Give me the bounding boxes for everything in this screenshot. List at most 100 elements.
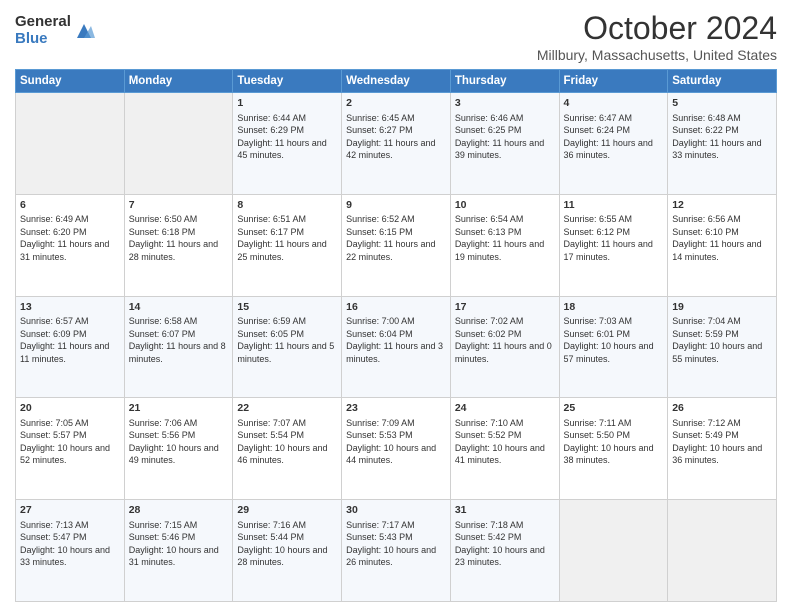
logo-general: General bbox=[15, 14, 71, 31]
day-number: 13 bbox=[20, 300, 120, 315]
cell-content: Sunrise: 6:49 AM Sunset: 6:20 PM Dayligh… bbox=[20, 213, 120, 263]
cell-content: Sunrise: 6:59 AM Sunset: 6:05 PM Dayligh… bbox=[237, 315, 337, 365]
day-number: 16 bbox=[346, 300, 446, 315]
calendar-cell: 30Sunrise: 7:17 AM Sunset: 5:43 PM Dayli… bbox=[342, 500, 451, 602]
day-number: 19 bbox=[672, 300, 772, 315]
week-row-1: 1Sunrise: 6:44 AM Sunset: 6:29 PM Daylig… bbox=[16, 93, 777, 195]
cell-content: Sunrise: 6:48 AM Sunset: 6:22 PM Dayligh… bbox=[672, 112, 772, 162]
calendar-cell: 3Sunrise: 6:46 AM Sunset: 6:25 PM Daylig… bbox=[450, 93, 559, 195]
day-number: 31 bbox=[455, 503, 555, 518]
day-number: 14 bbox=[129, 300, 229, 315]
day-number: 18 bbox=[564, 300, 664, 315]
calendar-cell: 31Sunrise: 7:18 AM Sunset: 5:42 PM Dayli… bbox=[450, 500, 559, 602]
logo-blue: Blue bbox=[15, 31, 71, 48]
day-number: 21 bbox=[129, 401, 229, 416]
day-number: 28 bbox=[129, 503, 229, 518]
day-number: 1 bbox=[237, 96, 337, 111]
calendar-cell: 20Sunrise: 7:05 AM Sunset: 5:57 PM Dayli… bbox=[16, 398, 125, 500]
main-title: October 2024 bbox=[537, 10, 777, 47]
subtitle: Millbury, Massachusetts, United States bbox=[537, 47, 777, 63]
day-number: 29 bbox=[237, 503, 337, 518]
cell-content: Sunrise: 6:51 AM Sunset: 6:17 PM Dayligh… bbox=[237, 213, 337, 263]
calendar-cell: 23Sunrise: 7:09 AM Sunset: 5:53 PM Dayli… bbox=[342, 398, 451, 500]
day-number: 27 bbox=[20, 503, 120, 518]
calendar-cell: 18Sunrise: 7:03 AM Sunset: 6:01 PM Dayli… bbox=[559, 296, 668, 398]
calendar-cell: 2Sunrise: 6:45 AM Sunset: 6:27 PM Daylig… bbox=[342, 93, 451, 195]
calendar-cell: 10Sunrise: 6:54 AM Sunset: 6:13 PM Dayli… bbox=[450, 194, 559, 296]
cell-content: Sunrise: 7:05 AM Sunset: 5:57 PM Dayligh… bbox=[20, 417, 120, 467]
cell-content: Sunrise: 7:16 AM Sunset: 5:44 PM Dayligh… bbox=[237, 519, 337, 569]
calendar-cell: 6Sunrise: 6:49 AM Sunset: 6:20 PM Daylig… bbox=[16, 194, 125, 296]
logo-text: General Blue bbox=[15, 14, 71, 47]
calendar-cell: 5Sunrise: 6:48 AM Sunset: 6:22 PM Daylig… bbox=[668, 93, 777, 195]
day-number: 12 bbox=[672, 198, 772, 213]
week-row-4: 20Sunrise: 7:05 AM Sunset: 5:57 PM Dayli… bbox=[16, 398, 777, 500]
calendar-cell: 1Sunrise: 6:44 AM Sunset: 6:29 PM Daylig… bbox=[233, 93, 342, 195]
day-number: 20 bbox=[20, 401, 120, 416]
day-number: 22 bbox=[237, 401, 337, 416]
calendar-cell: 29Sunrise: 7:16 AM Sunset: 5:44 PM Dayli… bbox=[233, 500, 342, 602]
cell-content: Sunrise: 7:12 AM Sunset: 5:49 PM Dayligh… bbox=[672, 417, 772, 467]
cell-content: Sunrise: 7:11 AM Sunset: 5:50 PM Dayligh… bbox=[564, 417, 664, 467]
week-row-5: 27Sunrise: 7:13 AM Sunset: 5:47 PM Dayli… bbox=[16, 500, 777, 602]
cell-content: Sunrise: 7:00 AM Sunset: 6:04 PM Dayligh… bbox=[346, 315, 446, 365]
weekday-header-tuesday: Tuesday bbox=[233, 70, 342, 93]
day-number: 5 bbox=[672, 96, 772, 111]
calendar-cell bbox=[16, 93, 125, 195]
calendar-cell bbox=[559, 500, 668, 602]
header: General Blue October 2024 Millbury, Mass… bbox=[15, 10, 777, 63]
calendar-cell: 13Sunrise: 6:57 AM Sunset: 6:09 PM Dayli… bbox=[16, 296, 125, 398]
calendar-cell: 16Sunrise: 7:00 AM Sunset: 6:04 PM Dayli… bbox=[342, 296, 451, 398]
cell-content: Sunrise: 7:13 AM Sunset: 5:47 PM Dayligh… bbox=[20, 519, 120, 569]
cell-content: Sunrise: 7:09 AM Sunset: 5:53 PM Dayligh… bbox=[346, 417, 446, 467]
logo-icon bbox=[73, 20, 95, 42]
week-row-2: 6Sunrise: 6:49 AM Sunset: 6:20 PM Daylig… bbox=[16, 194, 777, 296]
day-number: 15 bbox=[237, 300, 337, 315]
logo: General Blue bbox=[15, 14, 95, 47]
calendar-cell: 9Sunrise: 6:52 AM Sunset: 6:15 PM Daylig… bbox=[342, 194, 451, 296]
weekday-header-sunday: Sunday bbox=[16, 70, 125, 93]
weekday-header-saturday: Saturday bbox=[668, 70, 777, 93]
calendar-cell: 12Sunrise: 6:56 AM Sunset: 6:10 PM Dayli… bbox=[668, 194, 777, 296]
cell-content: Sunrise: 6:52 AM Sunset: 6:15 PM Dayligh… bbox=[346, 213, 446, 263]
calendar-cell: 19Sunrise: 7:04 AM Sunset: 5:59 PM Dayli… bbox=[668, 296, 777, 398]
calendar-cell: 4Sunrise: 6:47 AM Sunset: 6:24 PM Daylig… bbox=[559, 93, 668, 195]
calendar-cell: 21Sunrise: 7:06 AM Sunset: 5:56 PM Dayli… bbox=[124, 398, 233, 500]
day-number: 6 bbox=[20, 198, 120, 213]
cell-content: Sunrise: 6:44 AM Sunset: 6:29 PM Dayligh… bbox=[237, 112, 337, 162]
cell-content: Sunrise: 6:46 AM Sunset: 6:25 PM Dayligh… bbox=[455, 112, 555, 162]
weekday-header-row: SundayMondayTuesdayWednesdayThursdayFrid… bbox=[16, 70, 777, 93]
day-number: 26 bbox=[672, 401, 772, 416]
cell-content: Sunrise: 7:04 AM Sunset: 5:59 PM Dayligh… bbox=[672, 315, 772, 365]
day-number: 7 bbox=[129, 198, 229, 213]
cell-content: Sunrise: 6:45 AM Sunset: 6:27 PM Dayligh… bbox=[346, 112, 446, 162]
calendar-cell: 17Sunrise: 7:02 AM Sunset: 6:02 PM Dayli… bbox=[450, 296, 559, 398]
cell-content: Sunrise: 6:47 AM Sunset: 6:24 PM Dayligh… bbox=[564, 112, 664, 162]
calendar-cell: 24Sunrise: 7:10 AM Sunset: 5:52 PM Dayli… bbox=[450, 398, 559, 500]
calendar-cell: 14Sunrise: 6:58 AM Sunset: 6:07 PM Dayli… bbox=[124, 296, 233, 398]
calendar-cell: 11Sunrise: 6:55 AM Sunset: 6:12 PM Dayli… bbox=[559, 194, 668, 296]
cell-content: Sunrise: 7:03 AM Sunset: 6:01 PM Dayligh… bbox=[564, 315, 664, 365]
day-number: 8 bbox=[237, 198, 337, 213]
weekday-header-thursday: Thursday bbox=[450, 70, 559, 93]
weekday-header-friday: Friday bbox=[559, 70, 668, 93]
week-row-3: 13Sunrise: 6:57 AM Sunset: 6:09 PM Dayli… bbox=[16, 296, 777, 398]
cell-content: Sunrise: 6:54 AM Sunset: 6:13 PM Dayligh… bbox=[455, 213, 555, 263]
day-number: 10 bbox=[455, 198, 555, 213]
cell-content: Sunrise: 7:18 AM Sunset: 5:42 PM Dayligh… bbox=[455, 519, 555, 569]
weekday-header-monday: Monday bbox=[124, 70, 233, 93]
day-number: 3 bbox=[455, 96, 555, 111]
day-number: 24 bbox=[455, 401, 555, 416]
day-number: 4 bbox=[564, 96, 664, 111]
cell-content: Sunrise: 7:15 AM Sunset: 5:46 PM Dayligh… bbox=[129, 519, 229, 569]
day-number: 23 bbox=[346, 401, 446, 416]
day-number: 17 bbox=[455, 300, 555, 315]
calendar-cell: 7Sunrise: 6:50 AM Sunset: 6:18 PM Daylig… bbox=[124, 194, 233, 296]
cell-content: Sunrise: 7:07 AM Sunset: 5:54 PM Dayligh… bbox=[237, 417, 337, 467]
calendar-cell bbox=[668, 500, 777, 602]
day-number: 25 bbox=[564, 401, 664, 416]
calendar-cell: 15Sunrise: 6:59 AM Sunset: 6:05 PM Dayli… bbox=[233, 296, 342, 398]
calendar-cell: 26Sunrise: 7:12 AM Sunset: 5:49 PM Dayli… bbox=[668, 398, 777, 500]
weekday-header-wednesday: Wednesday bbox=[342, 70, 451, 93]
day-number: 30 bbox=[346, 503, 446, 518]
